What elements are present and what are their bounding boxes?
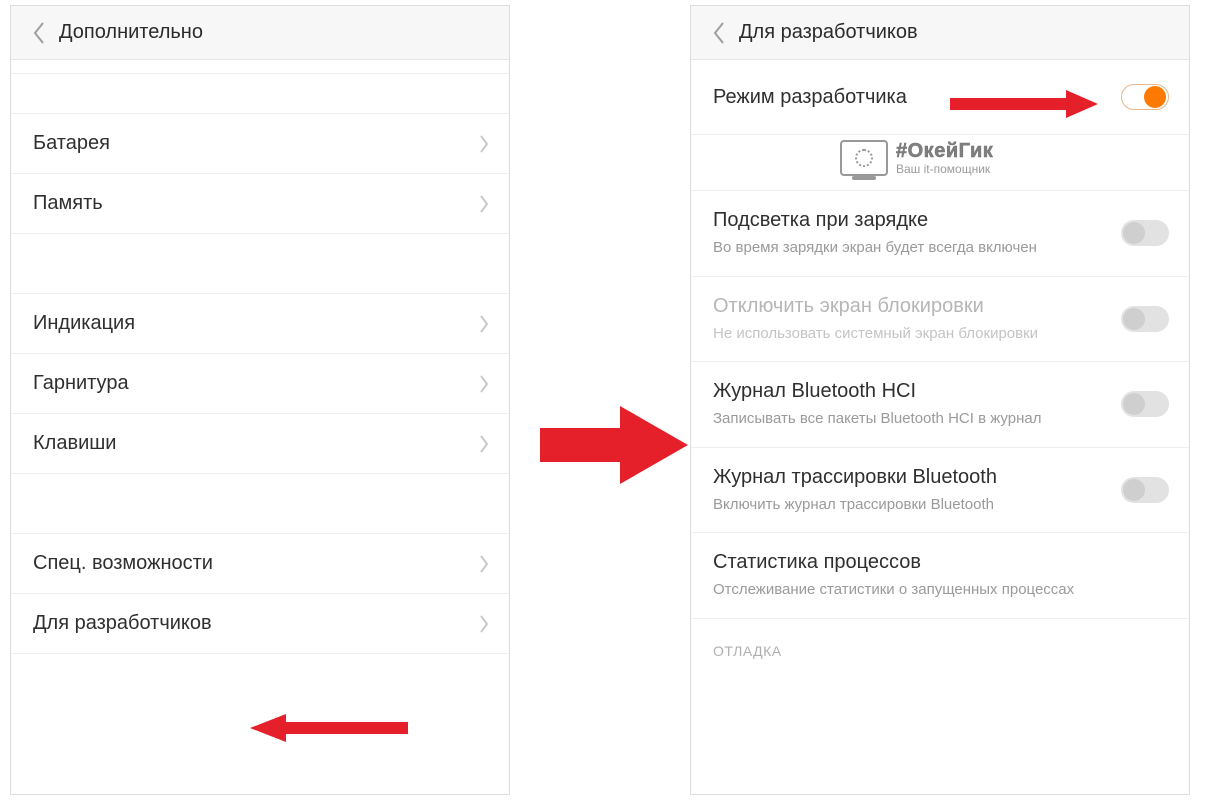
chevron-right-icon	[479, 375, 489, 393]
row-disable-lockscreen: Отключить экран блокировки Не использова…	[691, 277, 1189, 363]
row-label: Индикация	[33, 312, 135, 335]
watermark-subtitle: Ваш it-помощник	[896, 163, 993, 175]
row-memory[interactable]: Память	[11, 174, 509, 234]
chevron-left-icon	[712, 22, 726, 44]
row-label: Клавиши	[33, 432, 116, 455]
chevron-right-icon	[479, 555, 489, 573]
toggle-backlight[interactable]	[1121, 220, 1169, 246]
partial-row-top	[11, 60, 509, 74]
row-keys[interactable]: Клавиши	[11, 414, 509, 474]
row-subtitle: Включить журнал трассировки Bluetooth	[713, 495, 1109, 515]
chevron-left-icon	[32, 22, 46, 44]
chevron-right-icon	[479, 315, 489, 333]
row-label: Подсветка при зарядке	[713, 209, 1109, 232]
row-indication[interactable]: Индикация	[11, 294, 509, 354]
annotation-arrow-center	[540, 400, 690, 490]
row-developers[interactable]: Для разработчиков	[11, 594, 509, 654]
header-bar: Дополнительно	[11, 6, 509, 60]
back-button[interactable]	[21, 15, 57, 51]
row-subtitle: Записывать все пакеты Bluetooth HCI в жу…	[713, 409, 1109, 429]
row-headset[interactable]: Гарнитура	[11, 354, 509, 414]
row-label: Статистика процессов	[713, 551, 1157, 574]
toggle-bt-trace[interactable]	[1121, 477, 1169, 503]
chevron-right-icon	[479, 135, 489, 153]
toggle-dev-mode[interactable]	[1121, 84, 1169, 110]
section-gap	[11, 74, 509, 114]
row-label: Журнал трассировки Bluetooth	[713, 466, 1109, 489]
section-header-debug: ОТЛАДКА	[691, 619, 1189, 665]
row-label: Батарея	[33, 132, 110, 155]
row-label: Журнал Bluetooth HCI	[713, 380, 1109, 403]
row-accessibility[interactable]: Спец. возможности	[11, 534, 509, 594]
row-label: Для разработчиков	[33, 612, 212, 635]
chevron-right-icon	[479, 615, 489, 633]
row-battery[interactable]: Батарея	[11, 114, 509, 174]
row-backlight-charging[interactable]: Подсветка при зарядке Во время зарядки э…	[691, 191, 1189, 277]
toggle-lockscreen	[1121, 306, 1169, 332]
row-label: Гарнитура	[33, 372, 129, 395]
row-label: Отключить экран блокировки	[713, 295, 1109, 318]
row-bt-hci-log[interactable]: Журнал Bluetooth HCI Записывать все паке…	[691, 362, 1189, 448]
row-subtitle: Не использовать системный экран блокиров…	[713, 324, 1109, 344]
row-subtitle: Во время зарядки экран будет всегда вклю…	[713, 238, 1109, 258]
back-button[interactable]	[701, 15, 737, 51]
row-bt-trace-log[interactable]: Журнал трассировки Bluetooth Включить жу…	[691, 448, 1189, 534]
page-title: Дополнительно	[59, 21, 203, 44]
row-label: Спец. возможности	[33, 552, 213, 575]
watermark-title: #ОкейГик	[896, 141, 993, 161]
settings-list: Батарея Память Индикация Гарнитура Клави…	[11, 60, 509, 654]
section-gap	[11, 474, 509, 534]
page-title: Для разработчиков	[739, 21, 918, 44]
row-process-stats[interactable]: Статистика процессов Отслеживание статис…	[691, 533, 1189, 619]
row-dev-mode[interactable]: Режим разработчика	[691, 60, 1189, 135]
toggle-bt-hci[interactable]	[1121, 391, 1169, 417]
header-bar: Для разработчиков	[691, 6, 1189, 60]
row-label: Режим разработчика	[713, 86, 1109, 109]
chevron-right-icon	[479, 195, 489, 213]
watermark: #ОкейГик Ваш it-помощник	[840, 140, 993, 176]
section-gap	[11, 234, 509, 294]
row-subtitle: Отслеживание статистики о запущенных про…	[713, 580, 1157, 600]
settings-additional-panel: Дополнительно Батарея Память Индикация Г…	[10, 5, 510, 795]
developer-options-panel: Для разработчиков Режим разработчика Под…	[690, 5, 1190, 795]
laptop-icon	[840, 140, 888, 176]
row-label: Память	[33, 192, 103, 215]
chevron-right-icon	[479, 435, 489, 453]
